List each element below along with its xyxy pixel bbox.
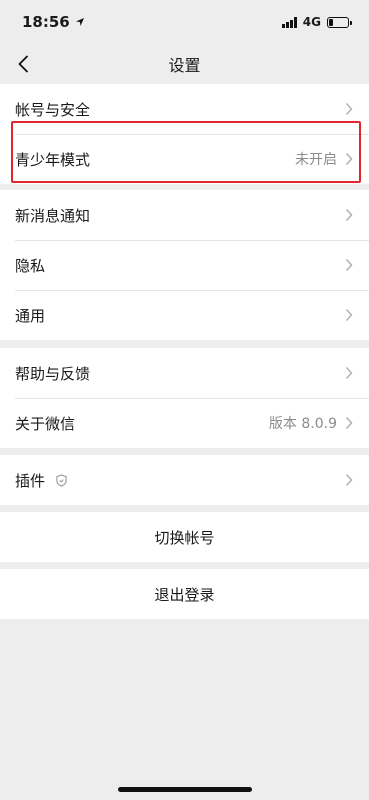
page-title: 设置	[168, 56, 201, 75]
highlight-box	[11, 121, 361, 183]
settings-item-general[interactable]: 通用	[0, 290, 369, 340]
switch-account-label: 切换帐号	[154, 528, 215, 547]
settings-item-label: 新消息通知	[15, 206, 91, 225]
settings-item-label: 通用	[15, 306, 46, 325]
settings-item-label: 帐号与安全	[15, 100, 91, 119]
settings-item-help-feedback[interactable]: 帮助与反馈	[0, 348, 369, 398]
back-arrow-icon	[18, 55, 28, 73]
status-right: 4G	[281, 15, 352, 29]
settings-item-label: 插件	[15, 471, 46, 490]
battery-icon	[327, 16, 352, 28]
chevron-right-icon	[345, 102, 353, 116]
chevron-right-icon	[345, 416, 353, 430]
chevron-right-icon	[345, 473, 353, 487]
settings-item-notifications[interactable]: 新消息通知	[0, 190, 369, 240]
signal-icon	[281, 16, 297, 28]
nav-bar: 设置	[0, 44, 369, 84]
version-text: 版本 8.0.9	[268, 416, 337, 432]
location-arrow-icon	[75, 18, 84, 26]
settings-item-about-wechat[interactable]: 关于微信 版本 8.0.9	[0, 398, 369, 448]
chevron-right-icon	[345, 208, 353, 222]
chevron-right-icon	[345, 258, 353, 272]
settings-item-label: 关于微信	[15, 414, 76, 433]
status-bar: 18:56 4G	[0, 0, 369, 44]
settings-item-label: 帮助与反馈	[15, 364, 91, 383]
settings-group-about: 帮助与反馈 关于微信 版本 8.0.9	[0, 348, 369, 448]
status-left: 18:56	[22, 13, 85, 31]
settings-group-general: 新消息通知 隐私 通用	[0, 190, 369, 340]
back-button[interactable]	[10, 50, 36, 78]
settings-item-privacy[interactable]: 隐私	[0, 240, 369, 290]
settings-item-label: 隐私	[15, 256, 46, 275]
logout-button[interactable]: 退出登录	[0, 569, 369, 619]
logout-label: 退出登录	[154, 585, 215, 604]
settings-group-plugins: 插件	[0, 455, 369, 505]
home-indicator	[118, 787, 252, 792]
settings-item-label-wrap: 插件	[15, 470, 68, 491]
chevron-right-icon	[345, 366, 353, 380]
switch-account-button[interactable]: 切换帐号	[0, 512, 369, 562]
status-time: 18:56	[22, 13, 70, 31]
chevron-right-icon	[345, 308, 353, 322]
settings-item-plugins[interactable]: 插件	[0, 455, 369, 505]
shield-icon	[56, 473, 67, 487]
network-type: 4G	[302, 15, 321, 29]
